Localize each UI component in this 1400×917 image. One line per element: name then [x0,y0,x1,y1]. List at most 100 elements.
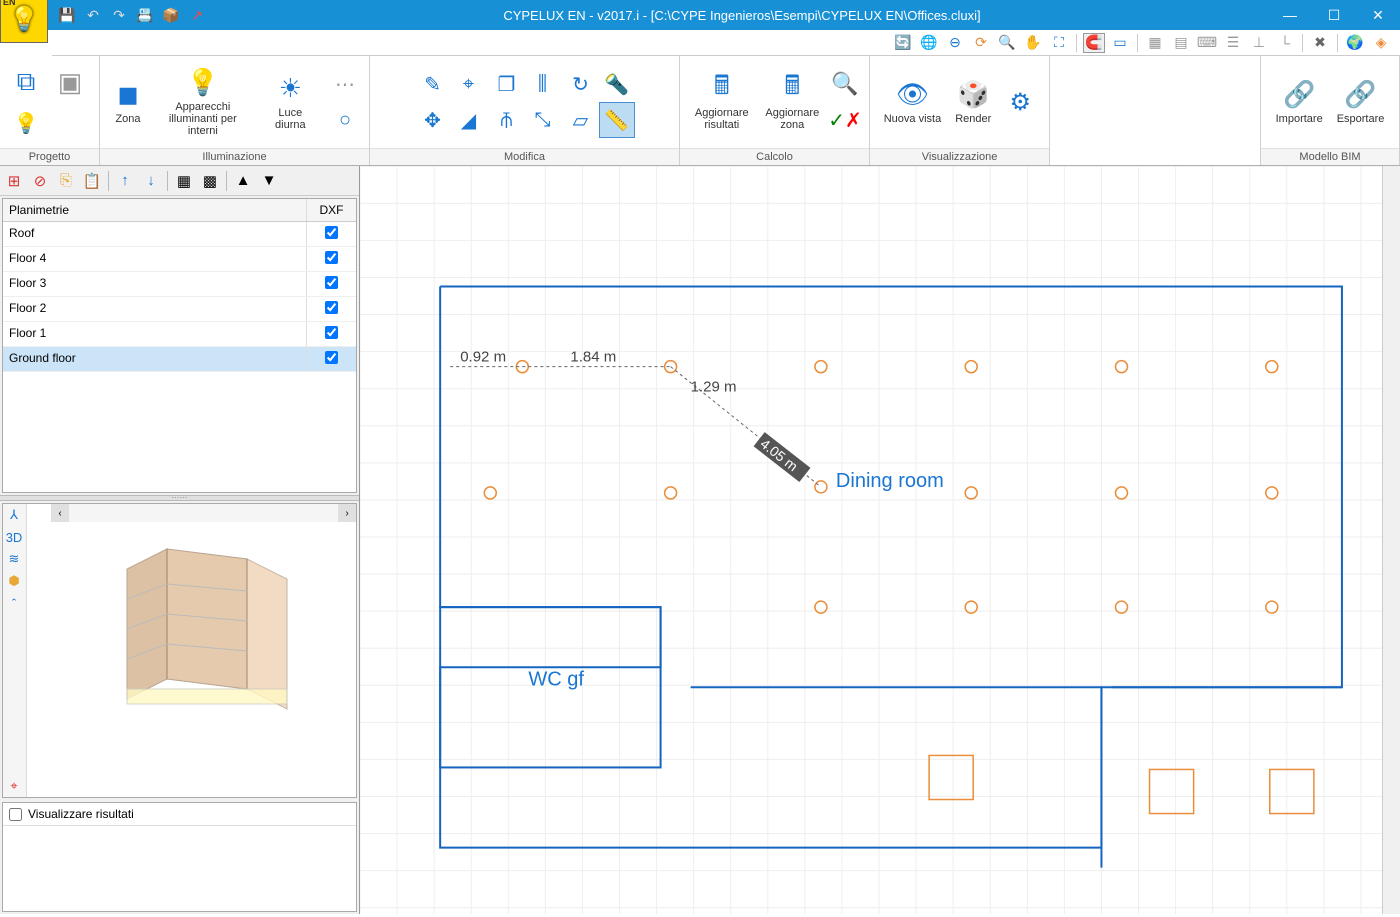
floor-name: Floor 4 [3,247,306,271]
floor-row[interactable]: Roof [3,222,356,247]
zoom-out-icon[interactable]: ⊖ [944,33,966,53]
check-x-icon[interactable]: ✓✗ [827,102,863,138]
search-icon[interactable]: 🔍 [827,66,863,102]
collapse-down-icon[interactable]: ▼ [259,171,279,191]
info-icon[interactable]: ◈ [1370,33,1392,53]
redo-button[interactable]: ↷ [110,6,128,24]
undo-button[interactable]: ↶ [84,6,102,24]
ribbon-group-illuminazione: Illuminazione [100,148,369,165]
pan-icon[interactable]: ✋ [1022,33,1044,53]
scroll-left-icon[interactable]: ‹ [51,504,69,522]
project-docs-icon[interactable]: ⧉ [6,62,46,102]
layers-icon[interactable]: ☰ [1222,33,1244,53]
grid2-icon[interactable]: ▩ [200,171,220,191]
move-icon[interactable]: ✥ [415,102,451,138]
select-box-icon[interactable]: ▭ [1109,33,1131,53]
floor-row[interactable]: Floor 2 [3,297,356,322]
grid1-icon[interactable]: ▦ [174,171,194,191]
keyboard-icon[interactable]: ⌨ [1196,33,1218,53]
delete-floor-icon[interactable]: ⊘ [30,171,50,191]
vertical-scrollbar[interactable] [1382,166,1400,914]
ruler-icon[interactable]: 📏 [599,102,635,138]
help-icon[interactable]: 🌍 [1344,33,1366,53]
preview-canvas[interactable]: ‹ › [27,504,356,797]
pv-box-icon[interactable]: ⬢ [3,570,25,592]
lights-icon[interactable]: 🔦 [599,66,635,102]
floor-name: Floor 1 [3,322,306,346]
importare-button[interactable]: 🔗 Importare [1270,75,1329,129]
tools-icon[interactable]: ✖ [1309,33,1331,53]
settings-icon[interactable]: ⚙ [999,84,1041,120]
floor-row[interactable]: Ground floor [3,347,356,372]
esportare-button[interactable]: 🔗 Esportare [1331,75,1391,129]
drawing-canvas[interactable]: 0.92 m 1.84 m 1.29 m 4.05 m Dining room … [360,166,1382,914]
globe-icon[interactable]: 🌐 [918,33,940,53]
collapse-up-icon[interactable]: ▲ [233,171,253,191]
print-button[interactable]: 📇 [136,6,154,24]
results-checkbox[interactable] [9,808,22,821]
paste-floor-icon[interactable]: 📋 [82,171,102,191]
external-button[interactable]: ↗ [188,6,206,24]
pv-layers-icon[interactable]: ≋ [3,548,25,570]
floor-row[interactable]: Floor 3 [3,272,356,297]
maximize-button[interactable]: ☐ [1312,0,1356,30]
luce-diurna-button[interactable]: ☀ Luce diurna [256,69,325,135]
split-h-icon[interactable]: ⫼ [525,66,561,102]
copy-stack-icon[interactable]: ❐ [489,66,525,102]
align-icon[interactable]: ⊥ [1248,33,1270,53]
floor-dxf-checkbox[interactable] [325,351,338,364]
pv-origin-icon[interactable]: ⌖ [3,775,25,797]
floor-dxf-checkbox[interactable] [325,251,338,264]
pv-3d-icon[interactable]: 3D [3,526,25,548]
save-button[interactable]: 💾 [58,6,76,24]
render-button[interactable]: 🎲 Render [949,75,997,129]
zoom-window-icon[interactable]: 🔍 [996,33,1018,53]
package-button[interactable]: 📦 [162,6,180,24]
apparecchi-button[interactable]: 💡 Apparecchi illuminanti per interni [152,63,254,141]
pencil-icon[interactable]: ✎ [415,66,451,102]
floor-dxf-checkbox[interactable] [325,226,338,239]
splitter[interactable]: ⋯⋯ [0,495,359,501]
scroll-right-icon[interactable]: › [338,504,356,522]
eye-icon: 👁 [896,79,928,111]
floor-row[interactable]: Floor 4 [3,247,356,272]
compass-icon[interactable]: ⌖ [451,66,487,102]
project-views-icon[interactable]: ▣ [50,62,90,102]
grid-icon[interactable]: ▦ [1144,33,1166,53]
pv-up-icon[interactable]: ˆ [3,592,25,614]
pv-axis-icon[interactable]: ⅄ [3,504,25,526]
close-button[interactable]: ✕ [1356,0,1400,30]
aggiornare-risultati-button[interactable]: 🖩 Aggiornare risultati [686,69,758,135]
split-v-icon[interactable]: ⫚ [489,102,525,138]
move-down-icon[interactable]: ↓ [141,171,161,191]
project-light-icon[interactable]: 💡 [6,104,46,142]
copy-floor-icon[interactable]: ⎘ [56,171,76,191]
minimize-button[interactable]: — [1268,0,1312,30]
import-icon: 🔗 [1283,79,1315,111]
zona-button[interactable]: ◼ Zona [106,75,150,129]
resize-icon[interactable]: ⤡ [525,102,561,138]
floor-dxf-checkbox[interactable] [325,301,338,314]
add-floor-icon[interactable]: ⊞ [4,171,24,191]
snap-magnet-icon[interactable]: 🧲 [1083,33,1105,53]
move-up-icon[interactable]: ↑ [115,171,135,191]
nuova-vista-button[interactable]: 👁 Nuova vista [878,75,947,129]
cube-icon: 🎲 [957,79,989,111]
dots-icon[interactable]: ⋯ [327,66,363,102]
refresh-icon[interactable]: ⟳ [970,33,992,53]
floor-dxf-checkbox[interactable] [325,276,338,289]
orbit-icon[interactable]: 🔄 [892,33,914,53]
circle-icon[interactable]: ○ [327,102,363,138]
fit-icon[interactable]: ⛶ [1048,33,1070,53]
rotate-icon[interactable]: ↻ [563,66,599,102]
floor-name: Floor 2 [3,297,306,321]
shear-icon[interactable]: ▱ [563,102,599,138]
measure-icon[interactable]: └ [1274,33,1296,53]
canvas-area: 0.92 m 1.84 m 1.29 m 4.05 m Dining room … [360,166,1400,914]
calculator-zone-icon: 🖩 [776,73,808,105]
floor-row[interactable]: Floor 1 [3,322,356,347]
floor-dxf-checkbox[interactable] [325,326,338,339]
grid2-icon[interactable]: ▤ [1170,33,1192,53]
eraser-icon[interactable]: ◢ [451,102,487,138]
aggiornare-zona-button[interactable]: 🖩 Aggiornare zona [760,69,825,135]
